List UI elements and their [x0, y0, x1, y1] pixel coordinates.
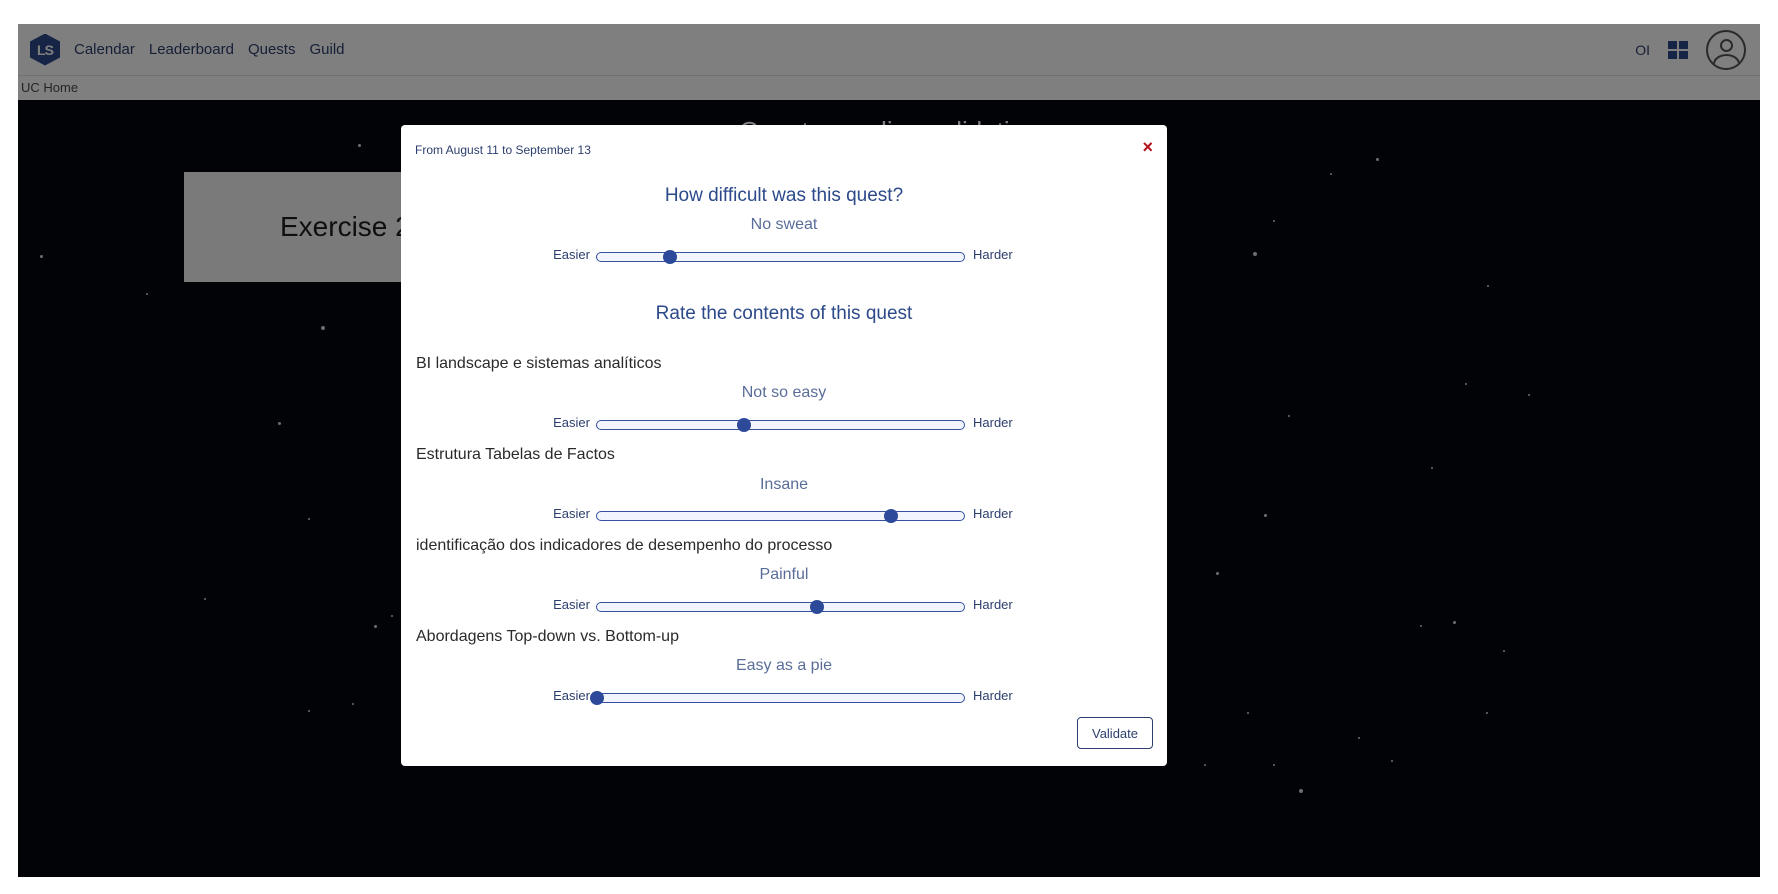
slider-thumb[interactable]: [663, 250, 678, 264]
slider-min-label: Easier: [553, 506, 590, 521]
topic-value-label: Insane: [759, 476, 809, 493]
quest-rating-modal: From August 11 to September 13 × How dif…: [401, 125, 1167, 766]
slider-thumb[interactable]: [883, 509, 898, 523]
difficulty-slider: Easier Harder: [401, 246, 1167, 266]
topic-name: Abordagens Top-down vs. Bottom-up: [416, 628, 679, 645]
slider-thumb[interactable]: [810, 600, 825, 614]
slider-thumb[interactable]: [590, 691, 604, 705]
topic-value-label: Not so easy: [741, 384, 827, 401]
slider-max-label: Harder: [973, 506, 1013, 521]
topic-slider: Easier Harder: [401, 505, 1167, 525]
slider-min-label: Easier: [553, 597, 590, 612]
slider-max-label: Harder: [973, 247, 1013, 262]
topic-slider: Easier Harder: [401, 687, 1167, 707]
slider-min-label: Easier: [553, 247, 590, 262]
slider-track[interactable]: [590, 691, 965, 705]
slider-min-label: Easier: [553, 688, 590, 703]
close-icon[interactable]: ×: [1142, 137, 1153, 158]
validate-button[interactable]: Validate: [1077, 717, 1153, 749]
topic-name: BI landscape e sistemas analíticos: [416, 355, 662, 372]
date-range: From August 11 to September 13: [415, 143, 591, 157]
topic-value-label: Painful: [759, 566, 809, 583]
slider-track[interactable]: [596, 509, 965, 523]
slider-min-label: Easier: [553, 415, 590, 430]
slider-track[interactable]: [596, 250, 965, 264]
slider-track[interactable]: [596, 418, 965, 432]
slider-max-label: Harder: [973, 597, 1013, 612]
topic-name: identificação dos indicadores de desempe…: [416, 537, 833, 554]
rate-contents-title: Rate the contents of this quest: [655, 303, 913, 324]
slider-max-label: Harder: [973, 688, 1013, 703]
slider-track[interactable]: [596, 600, 965, 614]
slider-thumb[interactable]: [736, 418, 751, 432]
difficulty-value-label: No sweat: [750, 216, 818, 233]
app-window: LS Calendar Leaderboard Quests Guild OI …: [18, 24, 1760, 877]
topic-value-label: Easy as a pie: [735, 657, 833, 674]
slider-max-label: Harder: [973, 415, 1013, 430]
topic-slider: Easier Harder: [401, 596, 1167, 616]
topic-slider: Easier Harder: [401, 414, 1167, 434]
difficulty-title: How difficult was this quest?: [664, 185, 904, 206]
topic-name: Estrutura Tabelas de Factos: [416, 446, 615, 463]
